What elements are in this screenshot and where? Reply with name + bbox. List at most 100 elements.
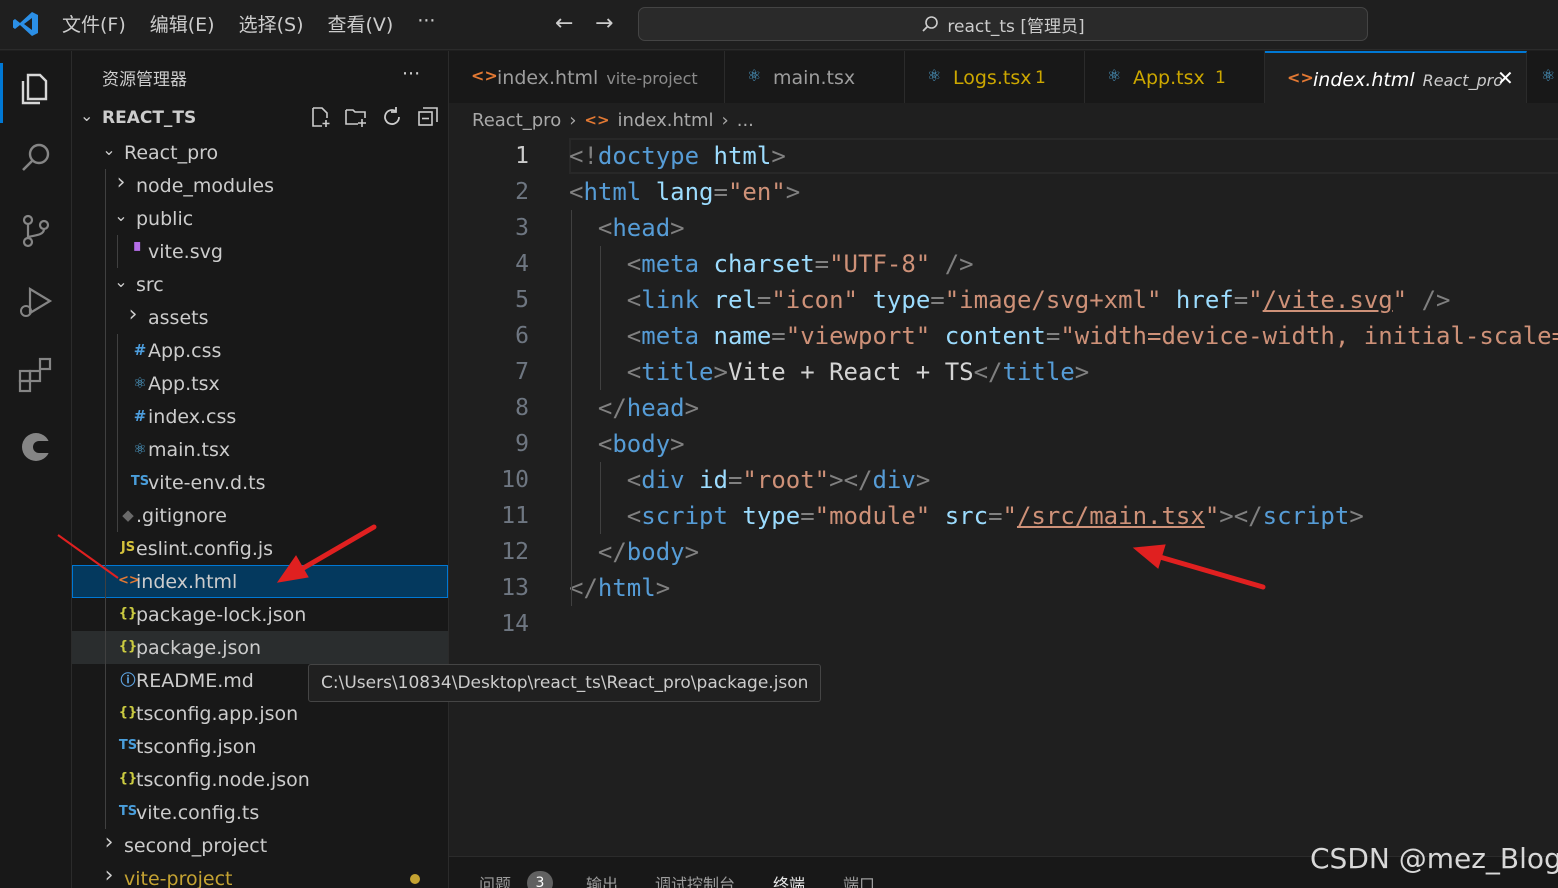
- more-actions-icon[interactable]: ···: [402, 63, 420, 85]
- line-number: 10: [501, 467, 529, 493]
- breadcrumb-file[interactable]: index.html: [618, 110, 714, 131]
- indent-guide: [117, 334, 118, 532]
- tree-item[interactable]: ◆ .gitignore: [72, 499, 448, 532]
- indent-guide: [117, 235, 118, 268]
- editor-tab[interactable]: <> index.html vite-project: [449, 51, 725, 103]
- tree-item-label: tsconfig.app.json: [136, 703, 299, 725]
- line-number: 6: [515, 323, 529, 349]
- panel-tab-ports[interactable]: 端口: [843, 871, 875, 888]
- editor-tabs: <> index.html vite-project ⚛ main.tsx ⚛ Logs.t…: [449, 51, 1558, 103]
- tree-item-label: index.html: [136, 571, 238, 593]
- remote-explorer-icon[interactable]: [14, 425, 58, 469]
- line-number: 7: [515, 359, 529, 385]
- command-center-label: react_ts [管理员]: [947, 16, 1085, 37]
- code-text: </body>: [569, 538, 700, 566]
- chevron-right-icon: ›: [116, 170, 126, 195]
- forward-arrow-icon[interactable]: →: [595, 11, 613, 37]
- tree-item[interactable]: {} tsconfig.node.json: [72, 763, 448, 796]
- json-file-icon: {}: [118, 771, 138, 786]
- tree-item[interactable]: › node_modules: [72, 169, 448, 202]
- json-file-icon: {}: [118, 705, 138, 720]
- menu-more-icon[interactable]: ···: [417, 10, 435, 40]
- line-number: 9: [515, 431, 529, 457]
- collapse-all-icon[interactable]: [416, 105, 440, 129]
- command-center[interactable]: react_ts [管理员]: [638, 7, 1368, 41]
- tree-item[interactable]: › assets: [72, 301, 448, 334]
- menu-selection[interactable]: 选择(S): [239, 10, 304, 40]
- tree-item-label: public: [136, 208, 194, 230]
- svg-file-icon: ▘: [134, 242, 146, 260]
- typescript-file-icon: TS: [130, 474, 150, 489]
- html-file-icon: <>: [1287, 68, 1314, 87]
- source-control-icon[interactable]: [14, 209, 58, 253]
- code-text: <meta charset="UTF-8" />: [569, 250, 974, 278]
- tab-label: index.html React_pro: [1313, 69, 1503, 91]
- tree-item[interactable]: › vite-project: [72, 862, 448, 888]
- tree-item-label: src: [136, 274, 164, 296]
- indent-guide: [105, 169, 106, 829]
- close-icon[interactable]: ✕: [1497, 66, 1514, 90]
- tree-item[interactable]: {} package-lock.json: [72, 598, 448, 631]
- react-file-icon: ⚛: [1541, 66, 1556, 85]
- tree-item[interactable]: ⌄ React_pro: [72, 136, 448, 169]
- editor-tab[interactable]: ⚛ App.tsx 1: [1085, 51, 1265, 103]
- code-editor[interactable]: 1 <!doctype html> 2 <html lang="en"> 3 <head…: [449, 136, 1558, 856]
- editor-tab[interactable]: ⚛ Logs.tsx 1: [905, 51, 1085, 103]
- editor-tab-overflow[interactable]: ⚛: [1527, 51, 1558, 103]
- panel-tab-problems[interactable]: 问题: [479, 871, 511, 888]
- menu-edit[interactable]: 编辑(E): [150, 10, 215, 40]
- tree-item[interactable]: › second_project: [72, 829, 448, 862]
- tree-item[interactable]: # index.css: [72, 400, 448, 433]
- explorer-sidebar: 资源管理器 ··· ⌄ REACT_TS ⌄ React_pro › node_mod…: [72, 51, 449, 888]
- react-file-icon: ⚛: [747, 66, 762, 85]
- menu-view[interactable]: 查看(V): [328, 10, 394, 40]
- typescript-file-icon: TS: [118, 804, 138, 819]
- refresh-icon[interactable]: [380, 105, 404, 129]
- tree-item[interactable]: TS vite-env.d.ts: [72, 466, 448, 499]
- tree-item[interactable]: JS eslint.config.js: [72, 532, 448, 565]
- workspace-root[interactable]: ⌄ REACT_TS: [72, 103, 448, 133]
- line-number: 12: [501, 539, 529, 565]
- code-text: <title>Vite + React + TS</title>: [569, 358, 1090, 386]
- tree-item[interactable]: TS vite.config.ts: [72, 796, 448, 829]
- code-text: <div id="root"></div>: [569, 466, 931, 494]
- explorer-icon[interactable]: [14, 67, 58, 111]
- run-debug-icon[interactable]: [14, 281, 58, 325]
- tree-item[interactable]: ⌄ public: [72, 202, 448, 235]
- indent-guide: [600, 462, 601, 534]
- breadcrumb-folder[interactable]: React_pro: [472, 110, 561, 131]
- css-file-icon: #: [133, 341, 147, 359]
- tsconfig-file-icon: TS: [118, 738, 138, 753]
- tree-item[interactable]: <> index.html: [72, 565, 448, 598]
- chevron-right-icon: ›: [104, 830, 114, 855]
- code-line: 7 <title>Vite + React + TS</title>: [449, 354, 1558, 390]
- new-file-icon[interactable]: [308, 105, 332, 129]
- tree-item[interactable]: ⚛ main.tsx: [72, 433, 448, 466]
- code-line: 13 </html>: [449, 570, 1558, 606]
- back-arrow-icon[interactable]: ←: [555, 11, 573, 37]
- tree-item[interactable]: {} package.json: [72, 631, 448, 664]
- problems-count-badge: 3: [527, 871, 553, 888]
- tree-item[interactable]: ⚛ App.tsx: [72, 367, 448, 400]
- chevron-right-icon: ›: [721, 109, 729, 131]
- tree-item[interactable]: # App.css: [72, 334, 448, 367]
- file-tree: ⌄ React_pro › node_modules ⌄ public ▘ vite.svg ⌄…: [72, 136, 448, 888]
- tree-item[interactable]: ⌄ src: [72, 268, 448, 301]
- panel-tab-terminal[interactable]: 终端: [773, 871, 805, 888]
- panel-tab-output[interactable]: 输出: [586, 871, 618, 888]
- tree-item[interactable]: ▘ vite.svg: [72, 235, 448, 268]
- vscode-logo-icon[interactable]: [12, 10, 40, 38]
- code-line: 1 <!doctype html>: [449, 138, 1558, 174]
- editor-tab[interactable]: ⚛ main.tsx: [725, 51, 905, 103]
- panel-tab-debug-console[interactable]: 调试控制台: [655, 871, 735, 888]
- breadcrumb-symbols[interactable]: ...: [737, 110, 754, 131]
- menu-file[interactable]: 文件(F): [62, 10, 126, 40]
- extensions-icon[interactable]: [14, 353, 58, 397]
- tree-item[interactable]: TS tsconfig.json: [72, 730, 448, 763]
- tree-item-label: eslint.config.js: [136, 538, 274, 560]
- search-icon[interactable]: [14, 137, 58, 181]
- search-icon: [922, 16, 939, 32]
- new-folder-icon[interactable]: [344, 105, 368, 129]
- editor-tab[interactable]: <> index.html React_pro ✕: [1265, 51, 1527, 103]
- tab-problem-count: 1: [1035, 68, 1046, 88]
